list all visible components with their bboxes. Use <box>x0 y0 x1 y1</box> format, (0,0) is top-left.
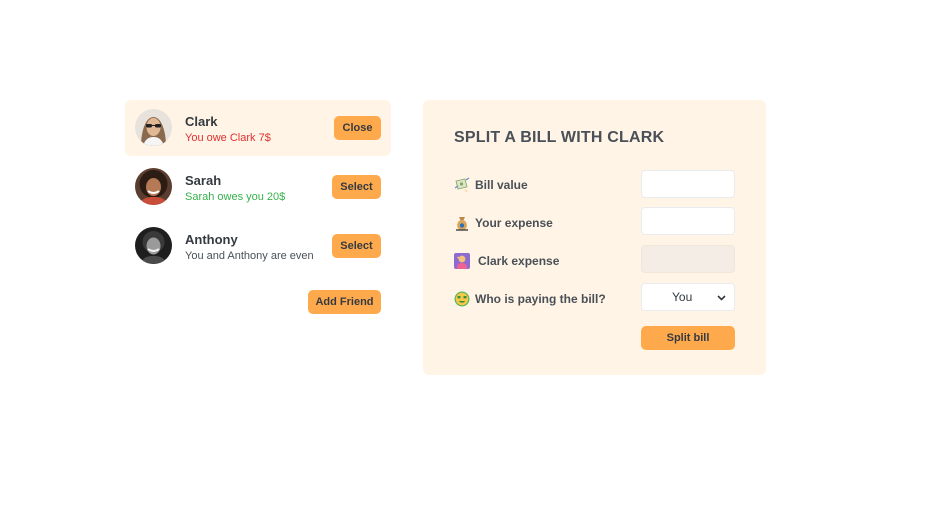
friend-expense-label: Clark expense <box>454 253 559 269</box>
friend-item-sarah[interactable]: Sarah Sarah owes you 20$ Select <box>125 159 391 215</box>
bill-value-input[interactable] <box>641 170 735 198</box>
split-bill-form: SPLIT A BILL WITH CLARK Bill value Your … <box>423 100 766 375</box>
payer-select-value: You <box>672 290 693 304</box>
money-mouth-face-icon <box>454 291 470 307</box>
friend-item-anthony[interactable]: Anthony You and Anthony are even Select <box>125 218 391 274</box>
select-button[interactable]: Select <box>332 234 381 258</box>
chevron-down-icon <box>717 290 726 304</box>
payer-select[interactable]: You <box>641 283 735 311</box>
friend-balance: You owe Clark 7$ <box>185 132 271 144</box>
friend-balance: Sarah owes you 20$ <box>185 191 286 203</box>
bill-value-label: Bill value <box>454 177 528 193</box>
split-bill-button[interactable]: Split bill <box>641 326 735 350</box>
select-button[interactable]: Select <box>332 175 381 199</box>
avatar <box>135 109 172 146</box>
person-raising-hand-icon <box>454 253 470 269</box>
friend-item-clark[interactable]: Clark You owe Clark 7$ Close <box>125 100 391 156</box>
friend-name: Sarah <box>185 173 222 188</box>
form-title: SPLIT A BILL WITH CLARK <box>454 129 665 146</box>
friend-expense-input <box>641 245 735 273</box>
friend-balance: You and Anthony are even <box>185 250 314 262</box>
friend-name: Clark <box>185 114 218 129</box>
friends-sidebar: Clark You owe Clark 7$ Close Sarah Sarah… <box>125 100 391 314</box>
avatar <box>135 227 172 264</box>
add-friend-button[interactable]: Add Friend <box>308 290 381 314</box>
friend-name: Anthony <box>185 232 238 247</box>
close-button[interactable]: Close <box>334 116 381 140</box>
payer-label: Who is paying the bill? <box>454 291 606 307</box>
money-with-wings-icon <box>454 177 470 193</box>
your-expense-label: Your expense <box>454 215 553 231</box>
your-expense-input[interactable] <box>641 207 735 235</box>
money-bag-icon <box>454 215 470 231</box>
avatar <box>135 168 172 205</box>
